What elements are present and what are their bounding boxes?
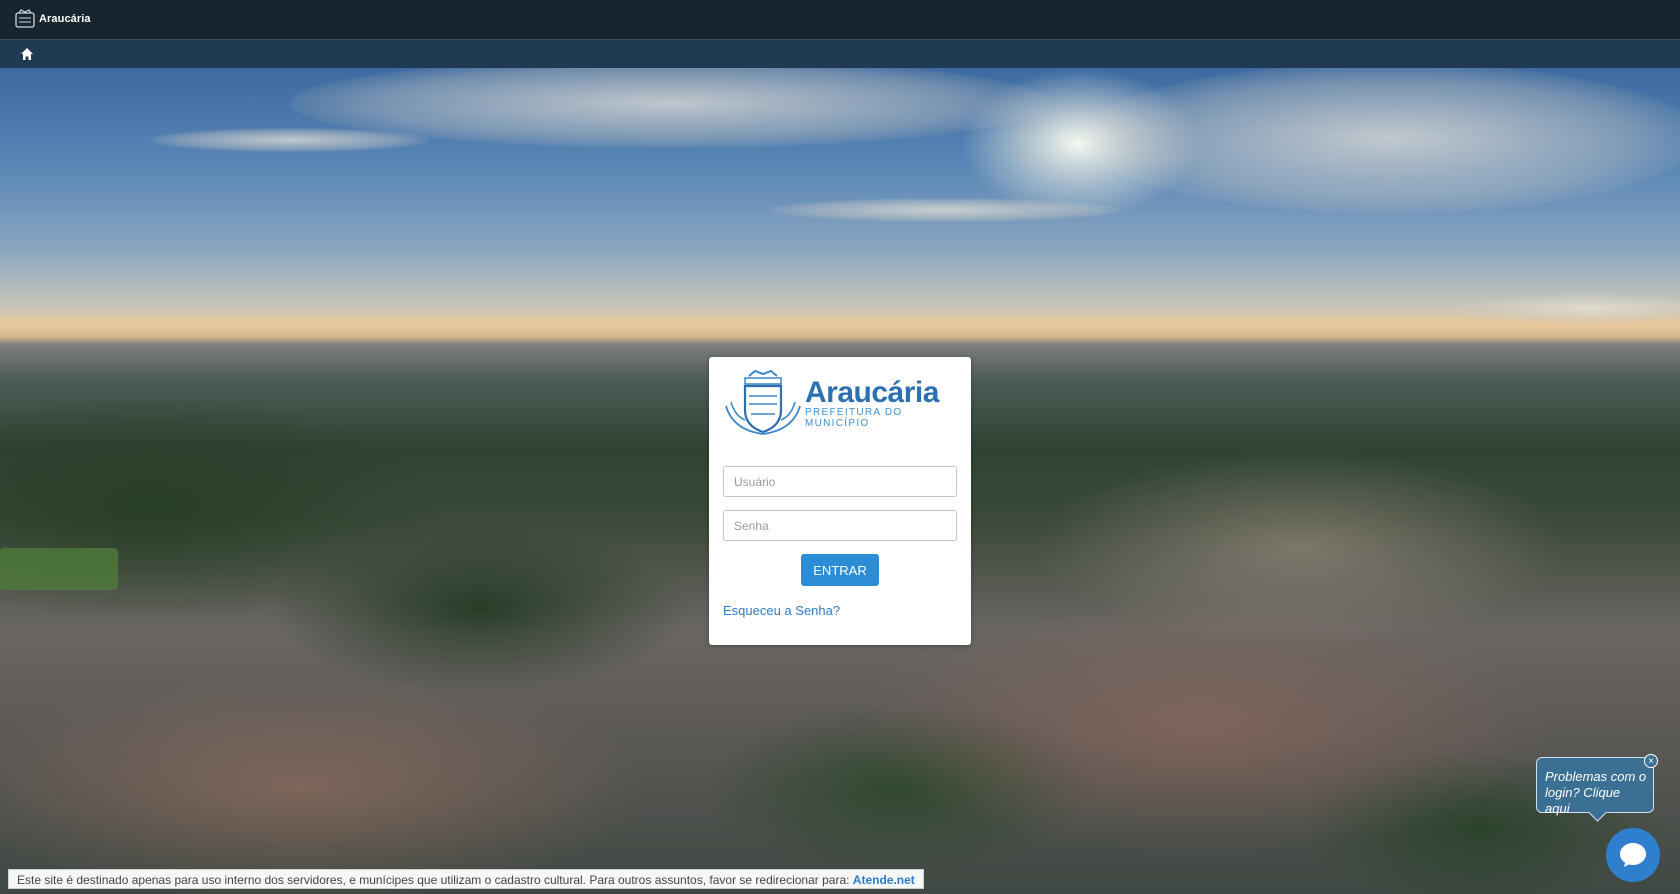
notice-bar: Este site é destinado apenas para uso in…	[8, 869, 924, 889]
forgot-password-link[interactable]: Esqueceu a Senha?	[723, 603, 957, 618]
green-field	[0, 548, 118, 590]
cloud	[150, 128, 430, 152]
top-bar: Araucária	[0, 0, 1680, 40]
close-icon[interactable]: ×	[1644, 754, 1658, 768]
cloud	[770, 198, 1120, 222]
notice-text: Este site é destinado apenas para uso in…	[17, 873, 850, 887]
cloud	[1460, 293, 1680, 323]
logo-name: Araucária	[805, 375, 939, 409]
chat-icon	[1620, 843, 1646, 867]
username-input[interactable]	[723, 466, 957, 497]
seal-icon	[725, 370, 801, 435]
login-card: Araucária PREFEITURA DO MUNICÍPIO ENTRAR…	[709, 357, 971, 645]
chat-button[interactable]	[1606, 828, 1660, 882]
brand-logo[interactable]: Araucária	[14, 8, 91, 30]
logo-subtitle: PREFEITURA DO MUNICÍPIO	[805, 406, 903, 429]
password-input[interactable]	[723, 510, 957, 541]
login-help-bubble[interactable]: Problemas com o login? Clique aqui	[1536, 757, 1654, 822]
help-line-1: Problemas com o	[1545, 769, 1647, 784]
submit-wrap: ENTRAR	[723, 554, 957, 586]
atende-link[interactable]: Atende.net	[853, 873, 915, 887]
brand-text: Araucária	[39, 13, 91, 25]
seal-icon	[15, 9, 35, 28]
login-button[interactable]: ENTRAR	[801, 554, 879, 586]
nav-bar	[0, 40, 1680, 68]
home-icon[interactable]	[20, 47, 34, 61]
prefeitura-logo: Araucária PREFEITURA DO MUNICÍPIO	[723, 369, 957, 437]
